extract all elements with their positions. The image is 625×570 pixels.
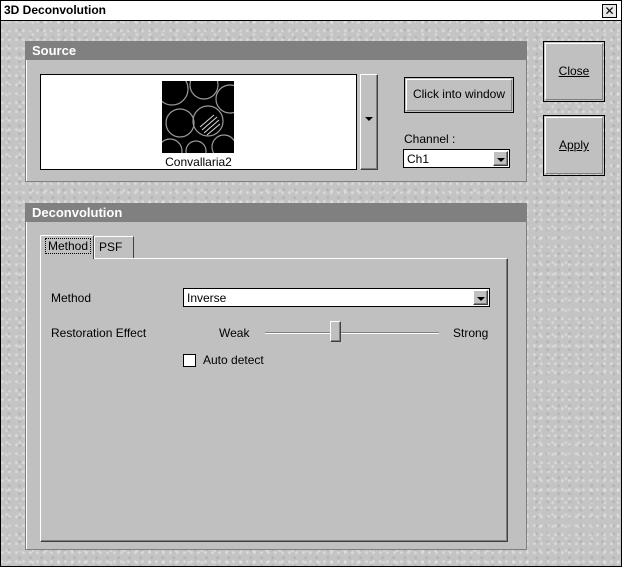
apply-button[interactable]: Apply xyxy=(543,115,605,176)
click-into-window-button[interactable]: Click into window xyxy=(404,77,514,113)
tab-psf[interactable]: PSF xyxy=(94,236,134,258)
chevron-down-icon[interactable] xyxy=(493,151,508,166)
restoration-slider-thumb[interactable] xyxy=(330,321,341,342)
restoration-slider-track[interactable] xyxy=(265,332,439,334)
slider-min-label: Weak xyxy=(219,326,250,340)
chevron-down-icon[interactable] xyxy=(473,290,488,305)
close-window-icon[interactable]: ✕ xyxy=(602,4,617,18)
auto-detect-label: Auto detect xyxy=(203,353,264,367)
auto-detect-checkbox[interactable] xyxy=(183,354,196,367)
chevron-down-icon xyxy=(365,117,373,121)
channel-select[interactable]: Ch1 xyxy=(403,149,510,168)
channel-label: Channel : xyxy=(404,132,456,146)
deconvolution-header: Deconvolution xyxy=(26,204,526,222)
image-selector[interactable]: Convallaria2 xyxy=(40,70,357,170)
source-group: Source Convallaria2 Click into window Ch… xyxy=(25,41,527,182)
channel-value: Ch1 xyxy=(407,152,430,166)
slider-max-label: Strong xyxy=(453,326,489,340)
tab-method[interactable]: Method xyxy=(40,235,94,259)
image-name: Convallaria2 xyxy=(165,155,232,169)
source-header: Source xyxy=(26,42,526,60)
deconvolution-group: Deconvolution Method PSF xyxy=(25,203,527,550)
restoration-effect-label: Restoration Effect xyxy=(51,326,147,340)
method-select[interactable]: Inverse xyxy=(183,288,490,307)
convallaria-thumbnail xyxy=(155,70,245,164)
deconvolution-dialog: 3D Deconvolution ✕ Source Convallaria2 C… xyxy=(0,0,622,567)
method-label: Method xyxy=(51,291,92,305)
method-value: Inverse xyxy=(187,291,227,305)
title-bar: 3D Deconvolution ✕ xyxy=(1,1,621,21)
close-button[interactable]: Close xyxy=(543,41,605,102)
window-title: 3D Deconvolution xyxy=(4,3,107,17)
image-dropdown-button[interactable] xyxy=(360,74,378,170)
